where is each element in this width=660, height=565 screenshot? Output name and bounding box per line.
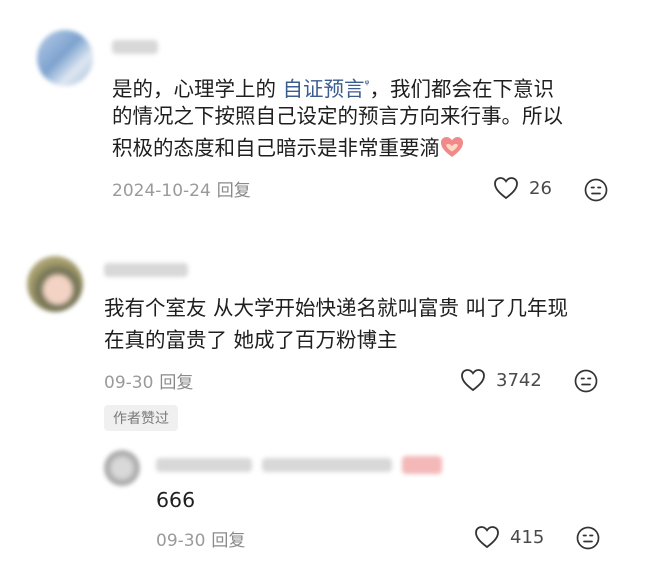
comment-text-part: 666 <box>156 488 196 512</box>
like-button[interactable]: 415 <box>474 525 544 549</box>
reply-button[interactable]: 回复 <box>211 531 245 551</box>
username-blurred[interactable] <box>156 458 252 472</box>
like-count: 415 <box>510 526 545 548</box>
comment-date: 09-30 <box>156 531 206 551</box>
comment-3: 666 09-30 回复 415 <box>0 0 660 565</box>
comment-text-line: 666 <box>156 484 195 516</box>
heart-outline-icon[interactable] <box>474 525 500 549</box>
comment-meta: 09-30 回复 <box>156 526 245 551</box>
user-tag-blurred <box>402 456 442 474</box>
neutral-face-icon[interactable] <box>576 526 600 550</box>
avatar[interactable] <box>104 450 140 486</box>
username-blurred <box>262 458 392 472</box>
